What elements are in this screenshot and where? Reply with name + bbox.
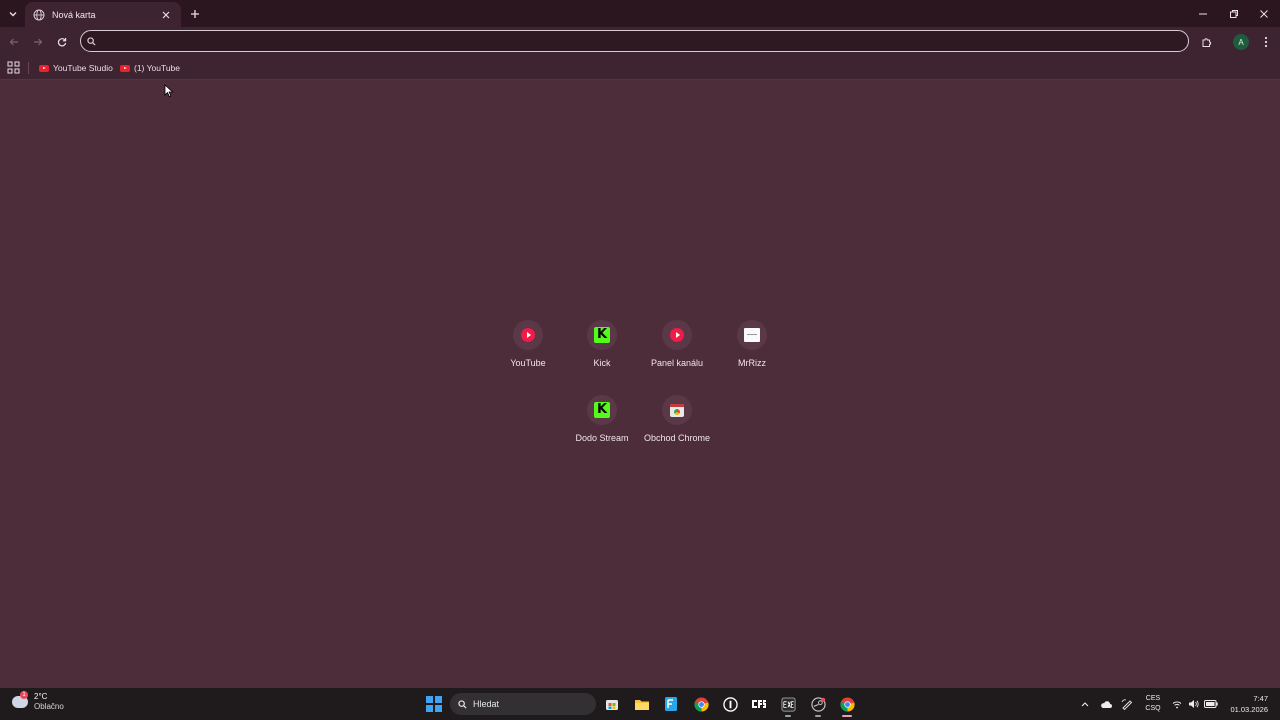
app-i-icon[interactable] bbox=[720, 694, 740, 714]
search-icon bbox=[87, 36, 96, 46]
tab-title: Nová karta bbox=[52, 9, 96, 20]
file-explorer-icon[interactable] bbox=[632, 694, 652, 714]
tab-search-button[interactable] bbox=[5, 6, 21, 22]
arrow-left-icon bbox=[9, 38, 18, 46]
clock-time: 7:47 bbox=[1253, 694, 1268, 703]
tab-new-tab[interactable]: Nová karta bbox=[25, 2, 181, 27]
youtube-icon bbox=[670, 328, 684, 342]
volume-icon[interactable] bbox=[1186, 688, 1202, 720]
address-bar[interactable] bbox=[80, 30, 1189, 52]
chevron-down-icon bbox=[9, 12, 17, 17]
pen-sync-icon[interactable] bbox=[1119, 688, 1135, 720]
youtube-icon bbox=[39, 64, 49, 72]
shortcut-obchod-chrome[interactable]: Obchod Chrome bbox=[637, 391, 717, 461]
close-tab-icon[interactable] bbox=[159, 8, 173, 22]
shortcut-mrrizz[interactable]: MrRizz bbox=[712, 316, 792, 386]
puzzle-icon bbox=[1202, 37, 1211, 47]
notepad-icon[interactable] bbox=[661, 694, 681, 714]
reload-button[interactable] bbox=[53, 33, 71, 51]
shortcut-label: Panel kanálu bbox=[650, 358, 704, 368]
shortcut-kick[interactable]: K Kick bbox=[562, 316, 642, 386]
chrome-active-icon[interactable] bbox=[837, 694, 857, 717]
chrome-web-store-icon bbox=[670, 403, 684, 417]
more-vertical-icon bbox=[1264, 36, 1268, 48]
chevron-up-icon bbox=[1081, 702, 1089, 707]
taskbar-search[interactable]: Hledat bbox=[450, 693, 596, 715]
taskbar: 1 2°C Oblačno Hledat CES CSQ 7:47 01.03.… bbox=[0, 688, 1280, 720]
address-input[interactable] bbox=[101, 35, 1188, 47]
weather-alert-badge: 1 bbox=[20, 691, 28, 699]
weather-temp: 2°C bbox=[34, 692, 48, 701]
globe-icon bbox=[33, 9, 45, 21]
toolbar: A bbox=[0, 27, 1280, 56]
clock-date: 01.03.2026 bbox=[1230, 705, 1268, 714]
start-button[interactable] bbox=[426, 696, 442, 712]
forward-button[interactable] bbox=[29, 33, 47, 51]
new-tab-button[interactable] bbox=[186, 5, 204, 23]
steam-icon[interactable] bbox=[808, 694, 828, 717]
mouse-cursor-icon bbox=[164, 84, 174, 98]
apps-grid-icon[interactable] bbox=[7, 61, 20, 74]
back-button[interactable] bbox=[5, 33, 23, 51]
battery-icon[interactable] bbox=[1203, 688, 1219, 720]
restore-button[interactable] bbox=[1219, 0, 1249, 27]
mrrizz-icon bbox=[744, 328, 760, 342]
restore-icon bbox=[1230, 9, 1238, 18]
menu-button[interactable] bbox=[1257, 33, 1275, 51]
shortcut-youtube[interactable]: YouTube bbox=[488, 316, 568, 386]
profile-avatar[interactable]: A bbox=[1233, 34, 1249, 50]
kick-icon: K bbox=[594, 327, 610, 343]
bookmark-label: YouTube Studio bbox=[53, 63, 113, 73]
minimize-icon bbox=[1199, 13, 1207, 14]
youtube-icon bbox=[521, 328, 535, 342]
shortcut-panel-kanalu[interactable]: Panel kanálu bbox=[637, 316, 717, 386]
taskbar-search-label: Hledat bbox=[473, 699, 500, 709]
cloud-icon: 1 bbox=[12, 691, 28, 708]
store-icon[interactable] bbox=[602, 694, 622, 714]
tray-overflow-button[interactable] bbox=[1078, 688, 1092, 720]
reload-icon bbox=[57, 38, 67, 47]
clock[interactable]: 7:47 01.03.2026 bbox=[1222, 693, 1268, 715]
bookmarks-bar: YouTube Studio (1) YouTube bbox=[0, 56, 1280, 80]
bookmark-youtube-studio[interactable]: YouTube Studio bbox=[39, 60, 113, 76]
close-icon bbox=[1260, 9, 1268, 18]
youtube-icon bbox=[120, 64, 130, 72]
search-icon bbox=[458, 699, 467, 709]
shortcut-label: Obchod Chrome bbox=[643, 433, 711, 443]
language-line-2: CSQ bbox=[1145, 705, 1161, 712]
shortcut-label: Kick bbox=[593, 358, 611, 368]
shortcut-label: YouTube bbox=[510, 358, 546, 368]
bookmarks-divider bbox=[28, 62, 29, 74]
weather-condition: Oblačno bbox=[34, 702, 64, 711]
kick-icon: K bbox=[594, 402, 610, 418]
wifi-icon[interactable] bbox=[1170, 688, 1184, 720]
tab-strip: Nová karta bbox=[0, 0, 1280, 27]
onedrive-icon[interactable] bbox=[1098, 688, 1114, 720]
extensions-button[interactable] bbox=[1197, 33, 1215, 51]
minimize-button[interactable] bbox=[1188, 0, 1218, 27]
chrome-icon[interactable] bbox=[691, 694, 711, 714]
close-window-button[interactable] bbox=[1249, 0, 1279, 27]
arrow-right-icon bbox=[34, 38, 43, 46]
shortcut-label: MrRizz bbox=[738, 358, 766, 368]
plus-icon bbox=[191, 10, 199, 18]
bookmark-youtube[interactable]: (1) YouTube bbox=[120, 60, 180, 76]
cfs-icon[interactable] bbox=[749, 694, 769, 714]
weather-widget[interactable]: 1 2°C Oblačno bbox=[12, 691, 64, 712]
language-line-1: CES bbox=[1145, 695, 1161, 702]
bookmark-label: (1) YouTube bbox=[134, 63, 180, 73]
shortcut-label: Dodo Stream bbox=[575, 433, 629, 443]
shortcut-dodo-stream[interactable]: K Dodo Stream bbox=[562, 391, 642, 461]
language-indicator[interactable]: CES CSQ bbox=[1142, 694, 1164, 714]
exe-icon[interactable] bbox=[778, 694, 798, 717]
